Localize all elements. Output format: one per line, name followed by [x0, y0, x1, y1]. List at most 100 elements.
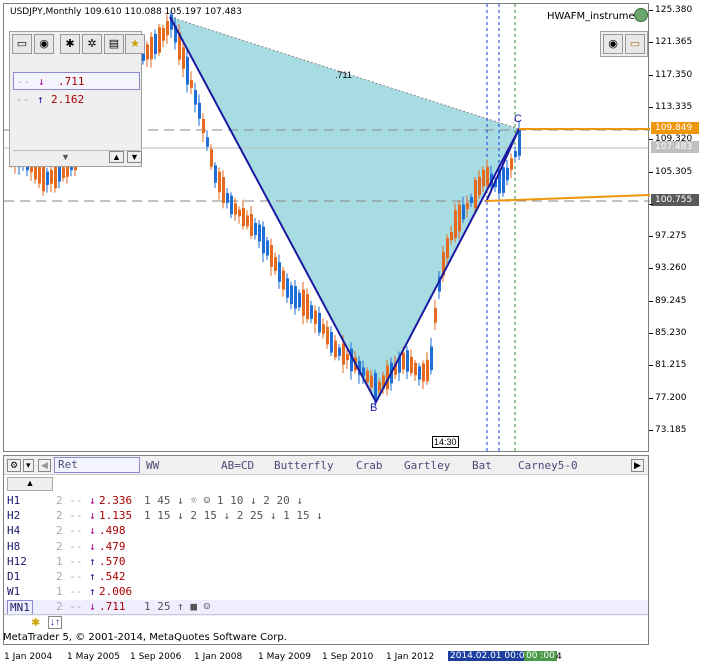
dropdown-icon[interactable]: ▾ — [23, 459, 34, 472]
right-tool-panel: ◉ ▭ — [600, 31, 648, 57]
candle-body — [298, 292, 301, 308]
eye-button[interactable]: ◉ — [603, 34, 623, 54]
price-label: 81.215 — [655, 360, 687, 371]
chart-area[interactable]: USDJPY,Monthly 109.610 110.088 105.197 1… — [3, 3, 650, 453]
scroll-down-icon[interactable]: ▼ — [61, 152, 70, 162]
timeframe-row[interactable]: H4 2 -- ↓ .498 — [4, 524, 648, 540]
row-dash: 2 -- — [56, 494, 83, 507]
up-arrow-icon: ↑ — [89, 585, 96, 599]
ratio-value: .498 — [99, 524, 126, 538]
timeframe-row[interactable]: H1 2 -- ↓ 2.336 1 45 ↓ ☼ ☺ 1 10 ↓ 2 20 ↓ — [4, 494, 648, 510]
price-tick — [649, 139, 653, 141]
candle-body — [226, 193, 229, 203]
price-tick — [649, 236, 653, 238]
copyright: MetaTrader 5, © 2001-2014, MetaQuotes So… — [3, 632, 287, 643]
star-button[interactable]: ★ — [125, 34, 145, 54]
ratio-row-selected[interactable]: -- ↓ .711 — [13, 72, 140, 90]
candle-body — [50, 170, 53, 184]
pattern-extras: 1 25 ↑ ■ ☺ — [144, 600, 211, 614]
timeframe-label: H4 — [7, 524, 21, 538]
down-arrow-icon: ↓ — [38, 75, 45, 88]
ratio-value: .479 — [99, 539, 126, 553]
price-tick — [649, 333, 653, 334]
tab-bat[interactable]: Bat — [472, 459, 492, 472]
folder-button[interactable]: ▭ — [625, 34, 645, 54]
candle-body — [290, 285, 293, 304]
timeframe-row[interactable]: W1 1 -- ↑ 2.006 — [4, 585, 648, 601]
candle-body — [142, 53, 145, 61]
price-box-current: 107.483 — [651, 141, 699, 153]
candle-body — [446, 238, 449, 258]
candle-body — [502, 167, 505, 193]
point-c-label: C — [514, 113, 522, 125]
tab-carney[interactable]: Carney5-0 — [518, 459, 578, 472]
ratio-row[interactable]: -- ↑ 2.162 — [13, 91, 140, 107]
candle-body — [194, 90, 197, 105]
tabs-next-button[interactable]: ▶ — [631, 459, 644, 472]
bulb-icon[interactable]: ✱ — [31, 616, 40, 629]
candle-body — [366, 370, 369, 383]
candle-body — [374, 373, 377, 400]
candle-body — [286, 278, 289, 298]
ratio-value: .711 — [99, 600, 126, 614]
candle-body — [210, 149, 213, 167]
eye-button[interactable]: ◉ — [34, 34, 54, 54]
scroll-down-button[interactable]: ▼ — [127, 151, 142, 163]
candle-body — [278, 262, 281, 282]
candle-body — [158, 27, 161, 53]
folder-button[interactable]: ▭ — [12, 34, 32, 54]
price-label: 117.350 — [655, 69, 693, 80]
collapse-button[interactable]: ▲ — [7, 477, 53, 491]
sort-icon[interactable]: ↓↑ — [48, 616, 62, 629]
ratio-label: .711 — [335, 70, 352, 80]
symbol-info: USDJPY,Monthly 109.610 110.088 105.197 1… — [10, 7, 242, 17]
panel-scroll[interactable]: ▼ ▲ ▼ — [13, 150, 142, 164]
candle-body — [506, 167, 509, 181]
candle-body — [254, 222, 257, 236]
candle-body — [62, 167, 65, 179]
bulb-button[interactable]: ✱ — [60, 34, 80, 54]
settings-icon[interactable]: ⚙ — [7, 459, 22, 472]
price-label: 93.260 — [655, 263, 687, 274]
candle-body — [406, 350, 409, 372]
tab-gartley[interactable]: Gartley — [404, 459, 450, 472]
tab-ww[interactable]: WW — [146, 459, 159, 472]
tab-ret[interactable]: Ret — [54, 457, 140, 473]
ea-status-icon[interactable] — [634, 8, 648, 22]
timeframe-row[interactable]: D1 2 -- ↑ .542 — [4, 570, 648, 586]
candle-body — [198, 102, 201, 119]
pattern-panel: ⚙ ▾ ◀ Ret WW AB=CD Butterfly Crab Gartle… — [3, 455, 649, 645]
candle-body — [334, 340, 337, 358]
timeframe-row[interactable]: H8 2 -- ↓ .479 — [4, 540, 648, 556]
ratio-value: .542 — [99, 570, 126, 583]
candle-body — [222, 177, 225, 203]
price-label: 85.230 — [655, 328, 687, 338]
up-arrow-icon: ↑ — [89, 570, 96, 583]
time-label: 1 Jan 2008 — [194, 652, 243, 662]
tab-abcd[interactable]: AB=CD — [221, 459, 254, 472]
candle-body — [214, 165, 217, 183]
copy-button[interactable]: ▤ — [104, 34, 124, 54]
tab-butterfly[interactable]: Butterfly — [274, 459, 334, 472]
back-icon[interactable]: ◀ — [38, 459, 51, 472]
gear-button[interactable]: ✲ — [82, 34, 102, 54]
candle-body — [182, 47, 185, 69]
row-dash: 2 -- — [56, 509, 83, 523]
candle-body — [46, 171, 49, 185]
down-arrow-icon: ↓ — [89, 524, 96, 538]
candle-body — [470, 196, 473, 204]
scroll-up-button[interactable]: ▲ — [109, 151, 124, 163]
down-arrow-icon: ↓ — [89, 600, 96, 614]
candle-body — [262, 226, 265, 254]
timeframe-row[interactable]: H12 1 -- ↑ .570 — [4, 555, 648, 571]
timeframe-label: H1 — [7, 494, 21, 507]
time-label: 1 Jan 2012 — [386, 652, 435, 662]
down-arrow-icon: ↓ — [89, 539, 96, 553]
tab-crab[interactable]: Crab — [356, 459, 383, 472]
timeframe-row[interactable]: H2 2 -- ↓ 1.135 1 15 ↓ 2 15 ↓ 2 25 ↓ 1 15 ↓ — [4, 509, 648, 525]
timeframe-label: W1 — [7, 585, 21, 599]
row-dash: -- — [17, 75, 31, 88]
row-dash: 2 -- — [56, 524, 83, 538]
candle-body — [246, 215, 249, 227]
timeframe-label: H12 — [7, 554, 27, 568]
